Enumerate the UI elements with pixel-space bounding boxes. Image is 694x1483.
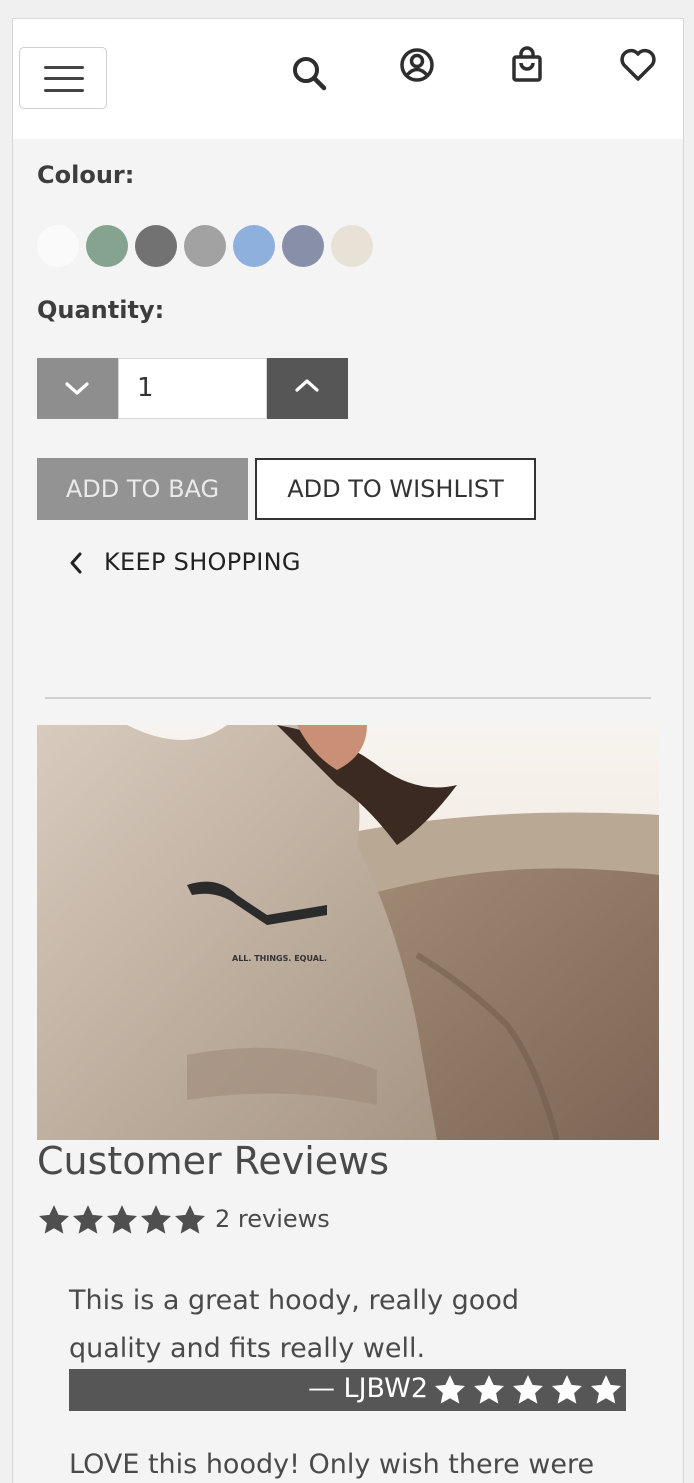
keep-shopping-label: KEEP SHOPPING xyxy=(104,548,301,576)
colour-swatch[interactable] xyxy=(233,225,275,267)
colour-swatch[interactable] xyxy=(86,225,128,267)
review-body: This is a great hoody, really good quali… xyxy=(69,1285,519,1364)
chevron-down-icon xyxy=(65,382,89,395)
decrease-quantity-button[interactable] xyxy=(37,358,118,419)
colour-swatch[interactable] xyxy=(331,225,373,267)
page-frame: Colour: Quantity: 1 ADD TO BAG ADD TO WI… xyxy=(12,18,684,1483)
heart-icon[interactable] xyxy=(618,45,658,85)
account-icon[interactable] xyxy=(397,45,437,85)
review-body: LOVE this hoody! Only wish there were xyxy=(69,1449,595,1480)
reviews-summary: 2 reviews xyxy=(37,1203,330,1237)
chevron-up-icon xyxy=(295,379,319,392)
svg-text:ALL. THINGS. EQUAL.: ALL. THINGS. EQUAL. xyxy=(232,954,327,963)
chevron-left-icon xyxy=(70,552,82,574)
star-icon xyxy=(37,1203,71,1237)
colour-swatch[interactable] xyxy=(282,225,324,267)
review-author: — LJBW2 xyxy=(307,1373,428,1404)
add-to-bag-button[interactable]: ADD TO BAG xyxy=(37,458,248,520)
quantity-label: Quantity: xyxy=(37,296,165,324)
star-icon xyxy=(139,1203,173,1237)
section-divider xyxy=(45,697,651,699)
product-lifestyle-image: ALL. THINGS. EQUAL. xyxy=(37,725,659,1140)
star-icon xyxy=(588,1373,624,1407)
colour-swatch[interactable] xyxy=(184,225,226,267)
star-icon xyxy=(105,1203,139,1237)
star-icon xyxy=(71,1203,105,1237)
bag-icon[interactable] xyxy=(507,45,547,85)
colour-label: Colour: xyxy=(37,161,135,189)
review-rating xyxy=(429,1373,624,1407)
search-icon[interactable] xyxy=(290,54,330,94)
reviews-heading: Customer Reviews xyxy=(37,1139,390,1183)
quantity-input[interactable]: 1 xyxy=(118,358,267,419)
star-icon xyxy=(549,1373,585,1407)
colour-swatch[interactable] xyxy=(37,225,79,267)
review-author-bar: — LJBW2 xyxy=(69,1369,626,1411)
colour-swatch[interactable] xyxy=(135,225,177,267)
site-header xyxy=(13,19,683,139)
star-icon xyxy=(510,1373,546,1407)
star-icon xyxy=(173,1203,207,1237)
increase-quantity-button[interactable] xyxy=(267,358,348,419)
menu-icon-line xyxy=(44,77,84,80)
review-count: 2 reviews xyxy=(215,1205,330,1233)
add-to-wishlist-button[interactable]: ADD TO WISHLIST xyxy=(255,458,536,520)
menu-icon-line xyxy=(44,66,84,69)
menu-button[interactable] xyxy=(19,47,107,109)
star-icon xyxy=(471,1373,507,1407)
star-icon xyxy=(432,1373,468,1407)
menu-icon-line xyxy=(44,89,84,92)
